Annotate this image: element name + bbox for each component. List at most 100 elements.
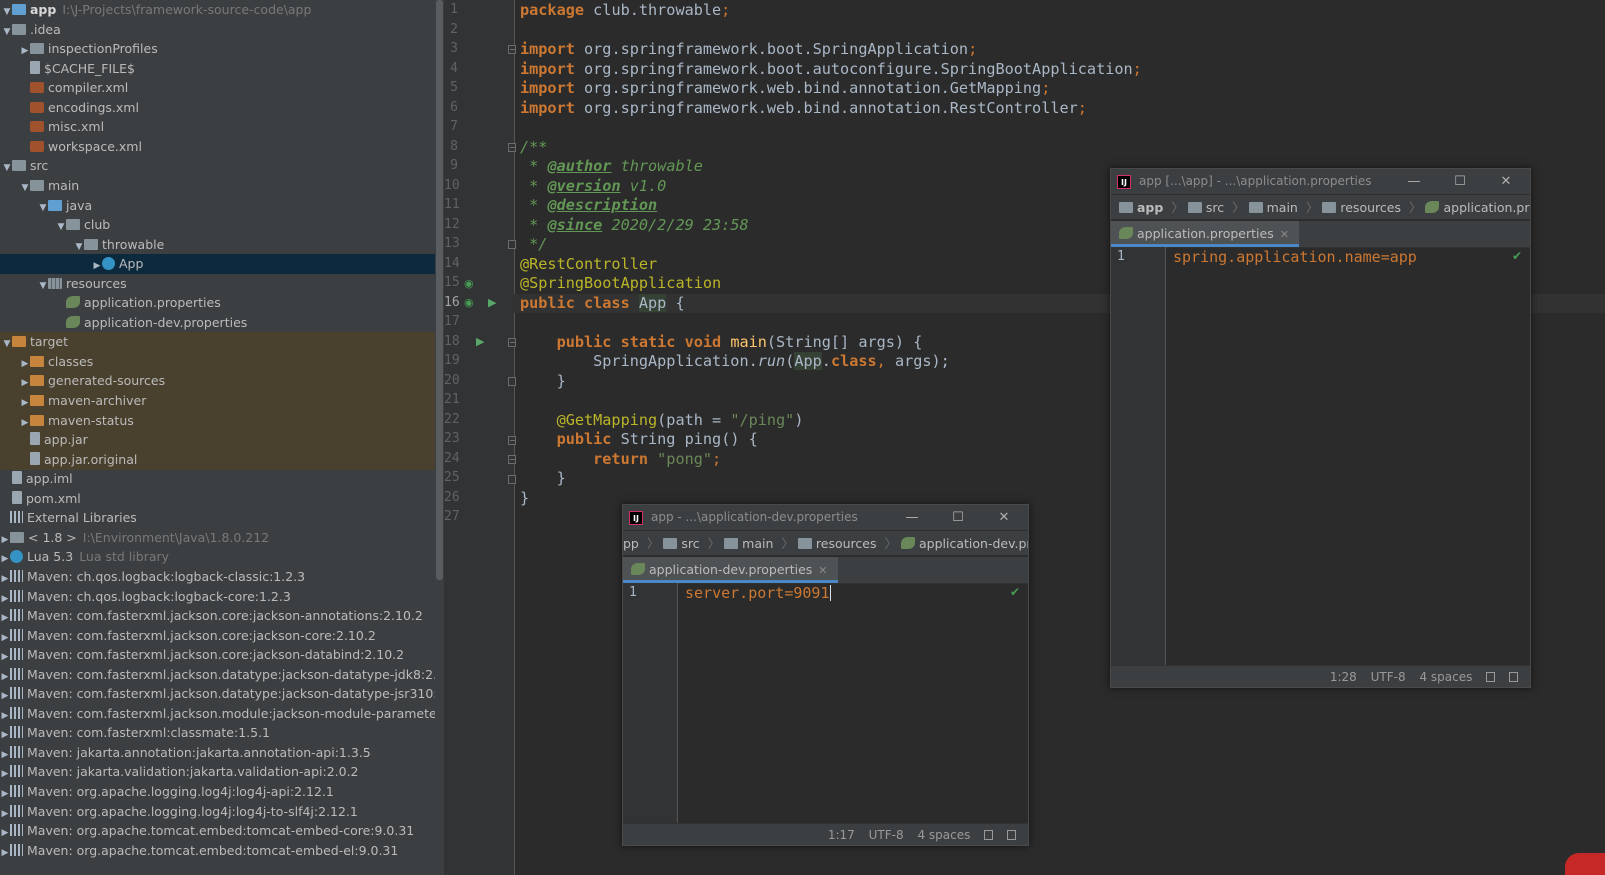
code-line-13[interactable]: */ [520, 235, 547, 255]
fold-marker[interactable] [508, 377, 516, 386]
chevron-down-icon[interactable]: ▼ [20, 178, 30, 196]
minimize-icon[interactable]: — [892, 505, 932, 530]
breadcrumb-item[interactable]: src [1187, 195, 1224, 221]
breadcrumb-item[interactable]: application.properties [1425, 195, 1530, 221]
tree-item[interactable]: ▼ club [0, 215, 435, 235]
tree-scrollbar[interactable] [435, 0, 444, 875]
tree-item[interactable]: ▶ Maven: org.apache.logging.log4j:log4j-t… [0, 802, 435, 822]
bean-icon[interactable]: ◉ [464, 296, 474, 309]
tree-item[interactable]: ▶ Maven: com.fasterxml.jackson.datatype:j… [0, 665, 435, 685]
breadcrumb-item[interactable]: resources [797, 531, 876, 557]
tree-item[interactable]: ▶ Maven: org.apache.tomcat.embed:tomcat-e… [0, 821, 435, 841]
tree-scrollbar-thumb[interactable] [436, 0, 443, 580]
tree-item[interactable]: ▶ inspectionProfiles [0, 39, 435, 59]
chevron-down-icon[interactable]: ▼ [2, 2, 12, 20]
bean-icon[interactable]: ◉ [464, 277, 474, 290]
breadcrumb-item[interactable]: src [663, 531, 700, 557]
chevron-down-icon[interactable]: ▼ [56, 217, 66, 235]
fold-marker[interactable]: − [508, 338, 516, 347]
tree-item[interactable]: ▶ Maven: ch.qos.logback:logback-core:1.2.… [0, 587, 435, 607]
project-tree[interactable]: ▼ app I:\J-Projects\framework-source-code\… [0, 0, 435, 875]
run-gutter-icon[interactable]: ▶ [476, 335, 484, 348]
fold-marker[interactable]: − [508, 455, 516, 464]
tree-item[interactable]: ▶ App [0, 254, 435, 275]
fold-marker[interactable]: − [508, 436, 516, 445]
code-line-22[interactable]: @GetMapping(path = "/ping") [520, 411, 804, 431]
tree-item[interactable]: ▶ maven-status [0, 410, 435, 431]
chevron-right-icon[interactable]: ▶ [0, 608, 10, 626]
tree-item[interactable]: app.jar [0, 430, 435, 451]
code-line-5[interactable]: import org.springframework.web.bind.anno… [520, 79, 1050, 99]
fold-marker[interactable] [508, 240, 516, 249]
caret-position[interactable]: 1:17 [828, 828, 855, 842]
chevron-right-icon[interactable]: ▶ [92, 256, 102, 274]
code-line-20[interactable]: } [520, 372, 566, 392]
code-line-3[interactable]: import org.springframework.boot.SpringAp… [520, 40, 977, 60]
chevron-right-icon[interactable]: ▶ [20, 354, 30, 372]
tree-item[interactable]: ▼ resources [0, 274, 435, 294]
lock-icon[interactable] [984, 830, 994, 840]
chevron-right-icon[interactable]: ▶ [0, 628, 10, 646]
lock-icon[interactable] [1486, 672, 1496, 682]
chevron-right-icon[interactable]: ▶ [0, 569, 10, 587]
tree-item[interactable]: ▼ src [0, 156, 435, 176]
tree-item[interactable]: encodings.xml [0, 98, 435, 118]
code-line-9[interactable]: * @author throwable [520, 157, 703, 177]
chevron-down-icon[interactable]: ▼ [2, 158, 12, 176]
tree-item[interactable]: ▶ Lua 5.3 Lua std library [0, 547, 435, 567]
code-line-26[interactable]: } [520, 489, 529, 509]
minimize-icon[interactable]: — [1394, 169, 1434, 194]
tree-item[interactable]: app.jar.original [0, 449, 435, 470]
code-line-24[interactable]: return "pong"; [520, 450, 721, 470]
code-line-4[interactable]: import org.springframework.boot.autoconf… [520, 60, 1142, 80]
tree-item[interactable]: application.properties [0, 293, 435, 313]
maximize-icon[interactable]: ☐ [1440, 169, 1480, 194]
tree-item[interactable]: ▶ maven-archiver [0, 391, 435, 411]
chevron-right-icon[interactable]: ▶ [20, 393, 30, 411]
tree-item[interactable]: ▶ Maven: jakarta.validation:jakarta.valid… [0, 762, 435, 782]
breadcrumb-item[interactable]: application-dev.properties [901, 531, 1028, 557]
tab-close-icon[interactable]: ✕ [818, 564, 827, 577]
chevron-down-icon[interactable]: ▼ [38, 276, 48, 294]
chevron-right-icon[interactable]: ▶ [0, 706, 10, 724]
tree-item[interactable]: misc.xml [0, 117, 435, 137]
code-line-23[interactable]: public String ping() { [520, 430, 758, 450]
breadcrumb-item[interactable]: main [1248, 195, 1298, 221]
tree-item[interactable]: app.iml [0, 469, 435, 489]
chevron-down-icon[interactable]: ▼ [38, 198, 48, 216]
chevron-right-icon[interactable]: ▶ [0, 843, 10, 861]
tab-close-icon[interactable]: ✕ [1280, 228, 1289, 241]
tree-item[interactable]: pom.xml [0, 489, 435, 509]
tree-item[interactable]: ▶ Maven: org.apache.logging.log4j:log4j-a… [0, 782, 435, 802]
tree-item[interactable]: ▶ Maven: com.fasterxml.jackson.core:jacks… [0, 645, 435, 665]
code-line-12[interactable]: * @since 2020/2/29 23:58 [520, 216, 748, 236]
chevron-right-icon[interactable]: ▶ [0, 784, 10, 802]
tree-item[interactable]: $CACHE_FILE$ [0, 59, 435, 79]
run-gutter-icon[interactable]: ▶ [488, 296, 496, 309]
chevron-right-icon[interactable]: ▶ [20, 41, 30, 59]
chevron-right-icon[interactable]: ▶ [0, 589, 10, 607]
properties-code-line[interactable]: spring.application.name=app [1173, 248, 1417, 266]
code-line-10[interactable]: * @version v1.0 [520, 177, 666, 197]
indent-setting[interactable]: 4 spaces [1419, 670, 1472, 684]
tree-item[interactable]: workspace.xml [0, 137, 435, 157]
tree-item[interactable]: ▶ Maven: com.fasterxml.jackson.datatype:j… [0, 684, 435, 704]
maximize-icon[interactable]: ☐ [938, 505, 978, 530]
breadcrumb-item[interactable]: main [724, 531, 773, 557]
close-icon[interactable]: ✕ [1486, 169, 1526, 194]
memory-indicator-icon[interactable] [1007, 830, 1016, 840]
dev-properties-window[interactable]: IJ app - ...\application-dev.properties … [622, 504, 1029, 846]
chevron-down-icon[interactable]: ▼ [2, 22, 12, 40]
fold-marker[interactable]: − [508, 45, 516, 54]
tree-item[interactable]: ▼ java [0, 196, 435, 216]
tab-application-dev-properties[interactable]: application-dev.properties ✕ [623, 557, 838, 583]
code-line-19[interactable]: SpringApplication.run(App.class, args); [520, 352, 950, 372]
code-line-18[interactable]: public static void main(String[] args) { [520, 333, 923, 353]
tree-item[interactable]: ▼ target [0, 332, 435, 353]
code-line-8[interactable]: /** [520, 138, 547, 158]
code-line-11[interactable]: * @description [520, 196, 657, 216]
tree-item[interactable]: ▶ Maven: org.apache.tomcat.embed:tomcat-e… [0, 841, 435, 861]
file-encoding[interactable]: UTF-8 [869, 828, 904, 842]
indent-setting[interactable]: 4 spaces [917, 828, 970, 842]
properties-code-line[interactable]: server.port=9091 [685, 584, 831, 602]
